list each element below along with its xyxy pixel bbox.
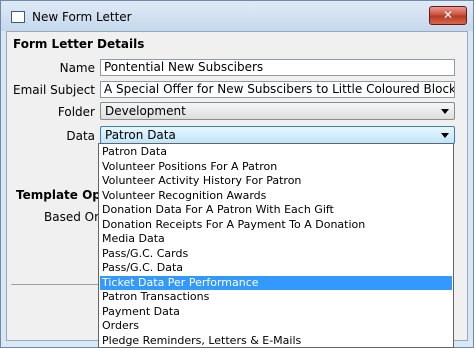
dropdown-option[interactable]: Volunteer Positions For A Patron bbox=[100, 160, 452, 174]
chevron-down-icon bbox=[441, 109, 449, 114]
data-dropdown-list[interactable]: Patron Data Volunteer Positions For A Pat… bbox=[98, 143, 454, 348]
dropdown-option[interactable]: Pass/G.C. Data bbox=[100, 261, 452, 275]
dropdown-option[interactable]: Patron Data bbox=[100, 145, 452, 159]
title-bar[interactable]: New Form Letter ✕ bbox=[1, 1, 473, 31]
dropdown-option[interactable]: Pledge Reminders, Letters & E-Mails bbox=[100, 334, 452, 348]
window-title: New Form Letter bbox=[32, 10, 132, 24]
data-label: Data bbox=[66, 129, 95, 143]
name-label: Name bbox=[59, 61, 95, 75]
window-icon bbox=[11, 11, 25, 23]
section-title-details: Form Letter Details bbox=[13, 37, 145, 51]
data-select-value: Patron Data bbox=[105, 128, 176, 142]
chevron-down-icon bbox=[441, 133, 449, 138]
dropdown-option[interactable]: Ticket Data Per Performance bbox=[100, 275, 452, 290]
folder-select-value: Development bbox=[105, 104, 186, 118]
close-button[interactable]: ✕ bbox=[429, 6, 467, 25]
name-field[interactable]: Pontential New Subscibers bbox=[100, 59, 455, 76]
dropdown-option[interactable]: Payment Data bbox=[100, 305, 452, 319]
dropdown-option[interactable]: Pass/G.C. Cards bbox=[100, 247, 452, 261]
folder-label: Folder bbox=[57, 105, 95, 119]
dropdown-option[interactable]: Orders bbox=[100, 319, 452, 333]
email-subject-field[interactable]: A Special Offer for New Subscibers to Li… bbox=[100, 81, 455, 98]
divider bbox=[11, 284, 101, 285]
data-select[interactable]: Patron Data bbox=[100, 126, 455, 144]
dropdown-option[interactable]: Media Data bbox=[100, 232, 452, 246]
dropdown-option[interactable]: Patron Transactions bbox=[100, 290, 452, 304]
dropdown-option[interactable]: Volunteer Activity History For Patron bbox=[100, 174, 452, 188]
section-title-template: Template Opt bbox=[16, 188, 107, 202]
email-subject-label: Email Subject bbox=[13, 83, 95, 97]
dropdown-option[interactable]: Donation Receipts For A Payment To A Don… bbox=[100, 218, 452, 232]
dropdown-option[interactable]: Donation Data For A Patron With Each Gif… bbox=[100, 203, 452, 217]
folder-select[interactable]: Development bbox=[100, 102, 455, 120]
based-on-label: Based On bbox=[44, 210, 102, 224]
dropdown-option[interactable]: Volunteer Recognition Awards bbox=[100, 189, 452, 203]
